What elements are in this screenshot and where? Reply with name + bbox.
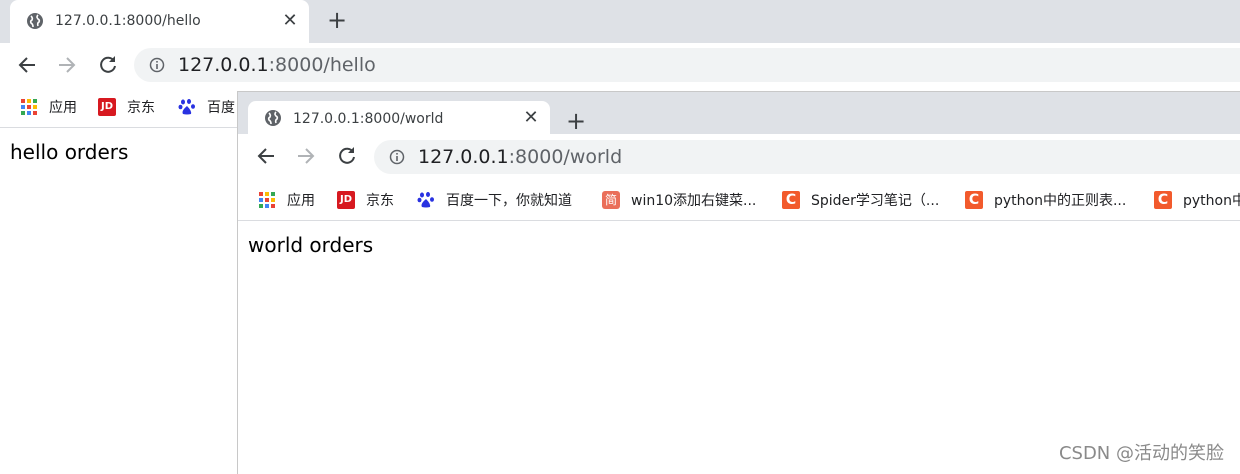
toolbar: 127.0.0.1:8000/hello bbox=[0, 43, 1240, 87]
bookmark-jd[interactable]: JD 京东 bbox=[337, 189, 394, 211]
csdn-c-icon: C bbox=[782, 191, 800, 209]
bookmark-label: 应用 bbox=[287, 190, 315, 210]
bookmark-label: 百度 bbox=[207, 97, 235, 117]
tab-title: 127.0.0.1:8000/hello bbox=[55, 13, 201, 29]
csdn-c-icon: C bbox=[1154, 191, 1172, 209]
back-arrow-icon[interactable] bbox=[254, 144, 278, 168]
tab-strip: 127.0.0.1:8000/hello ✕ + bbox=[0, 0, 1240, 43]
url-path: :8000/hello bbox=[269, 54, 376, 76]
bookmark-label: 应用 bbox=[49, 97, 77, 117]
bookmark-apps[interactable]: 应用 bbox=[20, 96, 77, 118]
jianshu-icon: 简 bbox=[602, 191, 620, 209]
bookmark-label: Spider学习笔记（... bbox=[811, 190, 939, 210]
bookmark-python-zhong[interactable]: C python中 bbox=[1154, 189, 1240, 211]
apps-icon bbox=[20, 98, 38, 116]
jd-icon: JD bbox=[337, 191, 355, 209]
tab-world[interactable]: 127.0.0.1:8000/world ✕ bbox=[248, 101, 550, 134]
address-bar[interactable]: 127.0.0.1:8000/hello bbox=[134, 48, 1240, 82]
forward-arrow-icon[interactable] bbox=[55, 53, 79, 77]
url-text[interactable]: 127.0.0.1:8000/world bbox=[418, 146, 622, 168]
bookmark-label: win10添加右键菜... bbox=[631, 190, 756, 210]
apps-icon bbox=[258, 191, 276, 209]
info-icon[interactable] bbox=[149, 57, 165, 73]
csdn-watermark: CSDN @活动的笑脸 bbox=[1059, 439, 1224, 465]
toolbar: 127.0.0.1:8000/world bbox=[238, 134, 1240, 180]
info-icon[interactable] bbox=[389, 149, 405, 165]
bookmark-baidu[interactable]: 百度一下，你就知道 bbox=[417, 189, 572, 211]
url-text[interactable]: 127.0.0.1:8000/hello bbox=[178, 54, 376, 76]
bookmarks-bar: 应用 JD 京东 百度一下，你就知道 简 win10添加右键菜... C Spi… bbox=[238, 180, 1240, 221]
browser-window-world: 127.0.0.1:8000/world ✕ + 127.0.0.1:8000/… bbox=[237, 91, 1240, 474]
new-tab-button[interactable]: + bbox=[326, 9, 348, 31]
page-content: world orders bbox=[238, 221, 1240, 474]
page-body-text: world orders bbox=[248, 233, 373, 257]
tab-hello[interactable]: 127.0.0.1:8000/hello ✕ bbox=[10, 0, 309, 43]
tab-strip: 127.0.0.1:8000/world ✕ + bbox=[238, 92, 1240, 134]
bookmark-win10[interactable]: 简 win10添加右键菜... bbox=[602, 189, 756, 211]
reload-icon[interactable] bbox=[335, 144, 359, 168]
csdn-c-icon: C bbox=[965, 191, 983, 209]
bookmark-label: 京东 bbox=[127, 97, 155, 117]
back-arrow-icon[interactable] bbox=[15, 53, 39, 77]
page-body-text: hello orders bbox=[10, 140, 128, 164]
new-tab-button[interactable]: + bbox=[565, 110, 587, 132]
baidu-paw-icon bbox=[178, 98, 196, 116]
bookmark-spider[interactable]: C Spider学习笔记（... bbox=[782, 189, 939, 211]
baidu-paw-icon bbox=[417, 191, 435, 209]
url-host: 127.0.0.1 bbox=[418, 146, 509, 168]
bookmark-label: 京东 bbox=[366, 190, 394, 210]
address-bar[interactable]: 127.0.0.1:8000/world bbox=[374, 140, 1240, 174]
jd-icon: JD bbox=[98, 98, 116, 116]
bookmark-label: python中 bbox=[1183, 190, 1240, 210]
url-path: :8000/world bbox=[509, 146, 622, 168]
tab-title: 127.0.0.1:8000/world bbox=[293, 111, 443, 127]
forward-arrow-icon[interactable] bbox=[294, 144, 318, 168]
bookmark-baidu[interactable]: 百度 bbox=[178, 96, 235, 118]
close-tab-icon[interactable]: ✕ bbox=[281, 12, 299, 30]
bookmark-jd[interactable]: JD 京东 bbox=[98, 96, 155, 118]
bookmark-label: python中的正则表... bbox=[994, 190, 1126, 210]
bookmark-apps[interactable]: 应用 bbox=[258, 189, 315, 211]
globe-icon bbox=[264, 109, 282, 127]
bookmark-python-regex[interactable]: C python中的正则表... bbox=[965, 189, 1126, 211]
url-host: 127.0.0.1 bbox=[178, 54, 269, 76]
bookmark-label: 百度一下，你就知道 bbox=[446, 190, 572, 210]
close-tab-icon[interactable]: ✕ bbox=[522, 109, 540, 127]
globe-icon bbox=[26, 12, 44, 30]
reload-icon[interactable] bbox=[96, 53, 120, 77]
